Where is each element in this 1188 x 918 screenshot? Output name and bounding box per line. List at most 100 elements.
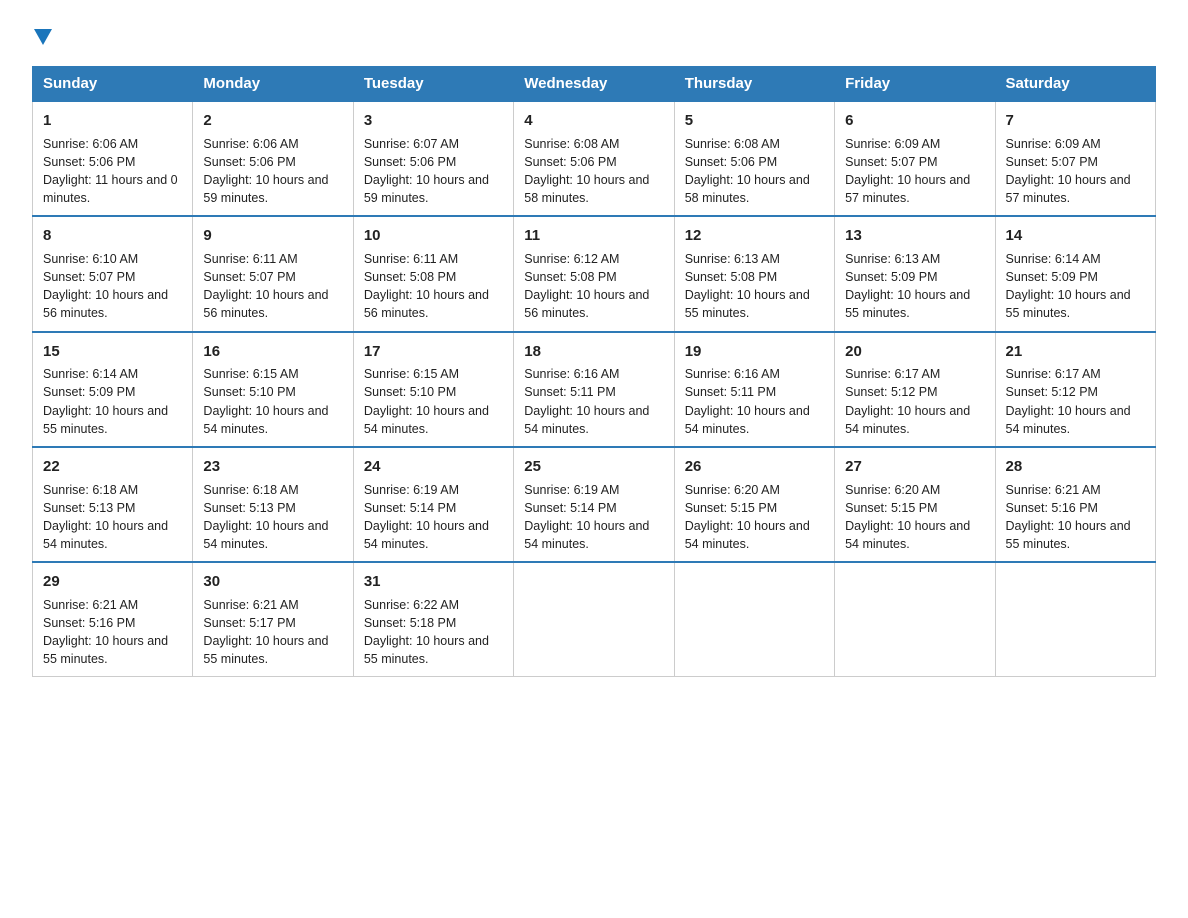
day-number: 30 xyxy=(203,571,342,593)
day-number: 19 xyxy=(685,341,824,363)
header-friday: Friday xyxy=(835,67,995,102)
calendar-cell: 30 Sunrise: 6:21 AM Sunset: 5:17 PM Dayligh… xyxy=(193,562,353,677)
daylight-text: Daylight: 10 hours and 54 minutes. xyxy=(524,519,649,551)
sunset-text: Sunset: 5:08 PM xyxy=(364,270,456,284)
sunrise-text: Sunrise: 6:13 AM xyxy=(845,252,940,266)
day-number: 25 xyxy=(524,456,663,478)
calendar-cell xyxy=(835,562,995,677)
week-row-1: 1Sunrise: 6:06 AMSunset: 5:06 PMDaylight… xyxy=(33,101,1156,216)
daylight-text: Daylight: 10 hours and 55 minutes. xyxy=(364,634,489,666)
daylight-text: Daylight: 10 hours and 57 minutes. xyxy=(1006,173,1131,205)
calendar-cell xyxy=(674,562,834,677)
calendar-cell: 5Sunrise: 6:08 AMSunset: 5:06 PMDaylight… xyxy=(674,101,834,216)
sunset-text: Sunset: 5:11 PM xyxy=(685,385,777,399)
daylight-text: Daylight: 10 hours and 59 minutes. xyxy=(364,173,489,205)
day-number: 26 xyxy=(685,456,824,478)
sunset-text: Sunset: 5:14 PM xyxy=(524,501,616,515)
sunrise-text: Sunrise: 6:18 AM xyxy=(203,483,298,497)
sunrise-text: Sunrise: 6:16 AM xyxy=(685,367,780,381)
calendar-cell: 23Sunrise: 6:18 AMSunset: 5:13 PMDayligh… xyxy=(193,447,353,562)
sunrise-text: Sunrise: 6:21 AM xyxy=(203,598,298,612)
sunset-text: Sunset: 5:16 PM xyxy=(43,616,135,630)
day-number: 13 xyxy=(845,225,984,247)
daylight-text: Daylight: 10 hours and 54 minutes. xyxy=(685,519,810,551)
day-number: 5 xyxy=(685,110,824,132)
daylight-text: Daylight: 11 hours and 0 minutes. xyxy=(43,173,178,205)
header-saturday: Saturday xyxy=(995,67,1155,102)
sunset-text: Sunset: 5:08 PM xyxy=(524,270,616,284)
daylight-text: Daylight: 10 hours and 55 minutes. xyxy=(43,404,168,436)
day-number: 28 xyxy=(1006,456,1145,478)
calendar-cell xyxy=(514,562,674,677)
sunrise-text: Sunrise: 6:09 AM xyxy=(1006,137,1101,151)
calendar-cell: 15Sunrise: 6:14 AMSunset: 5:09 PMDayligh… xyxy=(33,332,193,447)
calendar-cell: 11Sunrise: 6:12 AMSunset: 5:08 PMDayligh… xyxy=(514,216,674,331)
calendar-cell: 2Sunrise: 6:06 AMSunset: 5:06 PMDaylight… xyxy=(193,101,353,216)
calendar-cell: 29Sunrise: 6:21 AMSunset: 5:16 PMDayligh… xyxy=(33,562,193,677)
logo xyxy=(32,24,54,50)
day-number: 1 xyxy=(43,110,182,132)
sunset-text: Sunset: 5:12 PM xyxy=(845,385,937,399)
day-number: 20 xyxy=(845,341,984,363)
daylight-text: Daylight: 10 hours and 54 minutes. xyxy=(845,519,970,551)
week-row-4: 22Sunrise: 6:18 AMSunset: 5:13 PMDayligh… xyxy=(33,447,1156,562)
calendar-cell: 13 Sunrise: 6:13 AM Sunset: 5:09 PM Dayligh… xyxy=(835,216,995,331)
day-number: 21 xyxy=(1006,341,1145,363)
daylight-text: Daylight: 10 hours and 54 minutes. xyxy=(203,519,328,551)
sunset-text: Sunset: 5:07 PM xyxy=(43,270,135,284)
daylight-text: Daylight: 10 hours and 55 minutes. xyxy=(203,634,328,666)
day-number: 15 xyxy=(43,341,182,363)
sunset-text: Sunset: 5:17 PM xyxy=(203,616,295,630)
calendar-cell: 22Sunrise: 6:18 AMSunset: 5:13 PMDayligh… xyxy=(33,447,193,562)
day-number: 12 xyxy=(685,225,824,247)
sunset-text: Sunset: 5:07 PM xyxy=(845,155,937,169)
daylight-text: Daylight: 10 hours and 56 minutes. xyxy=(203,288,328,320)
day-number: 11 xyxy=(524,225,663,247)
daylight-text: Daylight: 10 hours and 55 minutes. xyxy=(685,288,810,320)
daylight-text: Daylight: 10 hours and 58 minutes. xyxy=(685,173,810,205)
header-thursday: Thursday xyxy=(674,67,834,102)
calendar-cell: 21Sunrise: 6:17 AMSunset: 5:12 PMDayligh… xyxy=(995,332,1155,447)
daylight-text: Daylight: 10 hours and 55 minutes. xyxy=(43,634,168,666)
daylight-text: Daylight: 10 hours and 54 minutes. xyxy=(43,519,168,551)
calendar-cell: 9Sunrise: 6:11 AMSunset: 5:07 PMDaylight… xyxy=(193,216,353,331)
calendar-cell: 31Sunrise: 6:22 AMSunset: 5:18 PMDayligh… xyxy=(353,562,513,677)
sunset-text: Sunset: 5:16 PM xyxy=(1006,501,1098,515)
week-row-2: 8Sunrise: 6:10 AMSunset: 5:07 PMDaylight… xyxy=(33,216,1156,331)
header-wednesday: Wednesday xyxy=(514,67,674,102)
calendar-cell: 3Sunrise: 6:07 AMSunset: 5:06 PMDaylight… xyxy=(353,101,513,216)
sunrise-text: Sunrise: 6:15 AM xyxy=(203,367,298,381)
day-number: 18 xyxy=(524,341,663,363)
sunrise-text: Sunrise: 6:19 AM xyxy=(364,483,459,497)
calendar-cell: 27Sunrise: 6:20 AMSunset: 5:15 PMDayligh… xyxy=(835,447,995,562)
sunrise-text: Sunrise: 6:20 AM xyxy=(845,483,940,497)
logo-triangle-icon xyxy=(34,29,52,45)
sunset-text: Sunset: 5:07 PM xyxy=(203,270,295,284)
calendar-cell: 10Sunrise: 6:11 AMSunset: 5:08 PMDayligh… xyxy=(353,216,513,331)
daylight-text: Daylight: 10 hours and 54 minutes. xyxy=(203,404,328,436)
sunset-text: Sunset: 5:09 PM xyxy=(845,270,937,284)
calendar-header-row: SundayMondayTuesdayWednesdayThursdayFrid… xyxy=(33,67,1156,102)
calendar-cell: 19 Sunrise: 6:16 AM Sunset: 5:11 PM Dayligh… xyxy=(674,332,834,447)
daylight-text: Daylight: 10 hours and 57 minutes. xyxy=(845,173,970,205)
day-number: 9 xyxy=(203,225,342,247)
calendar-cell: 28Sunrise: 6:21 AMSunset: 5:16 PMDayligh… xyxy=(995,447,1155,562)
daylight-text: Daylight: 10 hours and 54 minutes. xyxy=(364,404,489,436)
sunset-text: Sunset: 5:09 PM xyxy=(43,385,135,399)
daylight-text: Daylight: 10 hours and 54 minutes. xyxy=(685,404,810,436)
header-monday: Monday xyxy=(193,67,353,102)
sunrise-text: Sunrise: 6:09 AM xyxy=(845,137,940,151)
sunrise-text: Sunrise: 6:14 AM xyxy=(1006,252,1101,266)
sunrise-text: Sunrise: 6:22 AM xyxy=(364,598,459,612)
daylight-text: Daylight: 10 hours and 55 minutes. xyxy=(1006,519,1131,551)
daylight-text: Daylight: 10 hours and 56 minutes. xyxy=(43,288,168,320)
calendar-cell: 18Sunrise: 6:16 AMSunset: 5:11 PMDayligh… xyxy=(514,332,674,447)
daylight-text: Daylight: 10 hours and 55 minutes. xyxy=(845,288,970,320)
day-number: 17 xyxy=(364,341,503,363)
sunset-text: Sunset: 5:15 PM xyxy=(685,501,777,515)
daylight-text: Daylight: 10 hours and 54 minutes. xyxy=(524,404,649,436)
header-sunday: Sunday xyxy=(33,67,193,102)
day-number: 7 xyxy=(1006,110,1145,132)
sunset-text: Sunset: 5:14 PM xyxy=(364,501,456,515)
daylight-text: Daylight: 10 hours and 54 minutes. xyxy=(845,404,970,436)
